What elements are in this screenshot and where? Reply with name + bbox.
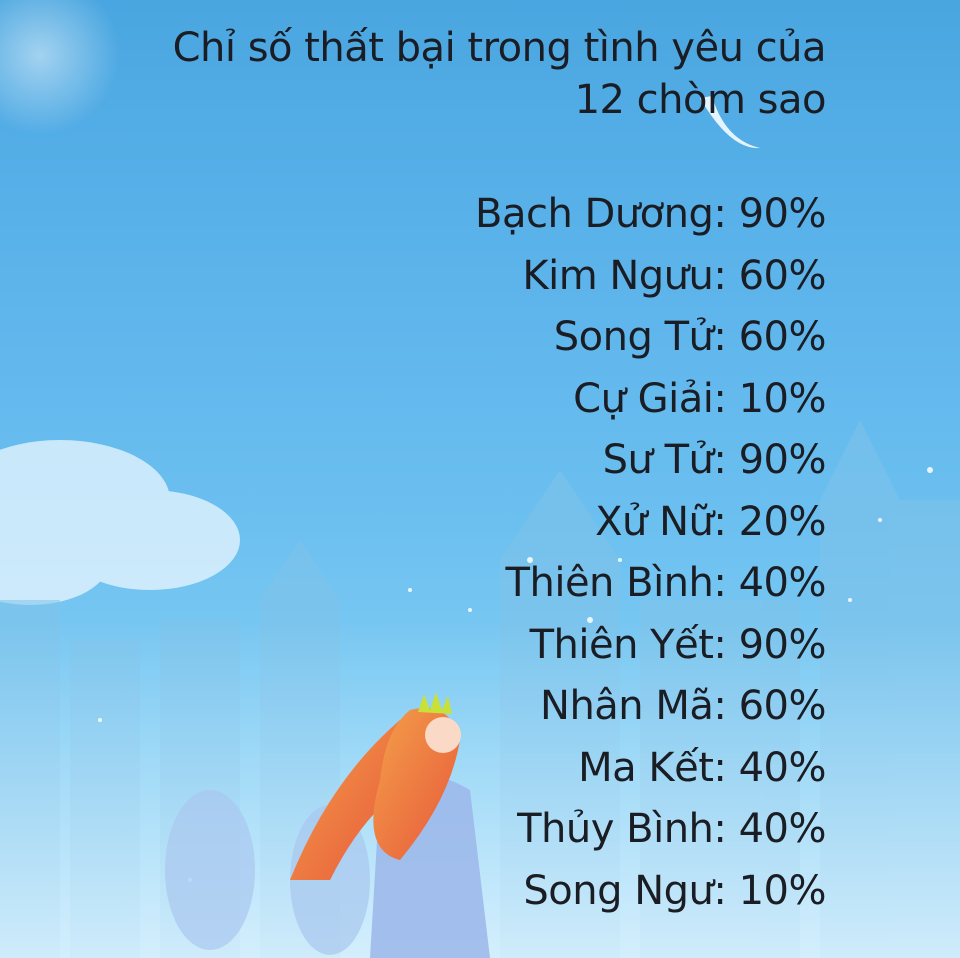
sun-glow bbox=[0, 0, 120, 135]
zodiac-row: Thủy Bình: 40% bbox=[173, 799, 826, 861]
zodiac-row: Ma Kết: 40% bbox=[173, 738, 826, 800]
zodiac-name: Cự Giải bbox=[573, 375, 714, 422]
zodiac-row: Song Tử: 60% bbox=[173, 307, 827, 369]
separator: : bbox=[713, 560, 739, 606]
zodiac-row: Xử Nữ: 20% bbox=[173, 492, 826, 554]
zodiac-row: Nhân Mã: 60% bbox=[173, 676, 826, 738]
zodiac-row: Kim Ngưu: 60% bbox=[173, 246, 826, 308]
zodiac-value: 60% bbox=[738, 252, 827, 299]
zodiac-name: Thiên Yết bbox=[529, 621, 714, 668]
zodiac-value: 60% bbox=[738, 314, 827, 360]
title-line-2: 12 chòm sao bbox=[574, 77, 827, 123]
zodiac-row: Bạch Dương: 90% bbox=[173, 184, 827, 246]
zodiac-name: Ma Kết bbox=[578, 744, 714, 791]
zodiac-name: Song Ngư bbox=[523, 867, 714, 914]
separator: : bbox=[713, 498, 739, 545]
zodiac-name: Kim Ngưu bbox=[522, 252, 714, 299]
separator: : bbox=[713, 744, 739, 791]
zodiac-value: 40% bbox=[738, 560, 827, 606]
separator: : bbox=[713, 252, 739, 299]
zodiac-name: Thiên Bình bbox=[505, 560, 714, 606]
separator: : bbox=[713, 314, 739, 360]
zodiac-row: Sư Tử: 90% bbox=[173, 430, 827, 492]
zodiac-name: Bạch Dương bbox=[475, 191, 714, 237]
separator: : bbox=[713, 806, 739, 852]
zodiac-row: Thiên Yết: 90% bbox=[173, 615, 827, 677]
zodiac-row: Thiên Bình: 40% bbox=[173, 553, 827, 615]
zodiac-value: 40% bbox=[738, 806, 827, 852]
zodiac-name: Song Tử bbox=[553, 314, 714, 360]
zodiac-value: 10% bbox=[738, 375, 827, 422]
separator: : bbox=[713, 621, 739, 668]
zodiac-value: 90% bbox=[738, 621, 827, 668]
zodiac-name: Nhân Mã bbox=[540, 683, 714, 729]
zodiac-list: Bạch Dương: 90% Kim Ngưu: 60% Song Tử: 6… bbox=[173, 184, 827, 923]
separator: : bbox=[713, 437, 739, 483]
zodiac-value: 90% bbox=[738, 191, 827, 237]
text-panel: Chỉ số thất bại trong tình yêu của 12 ch… bbox=[172, 22, 827, 923]
zodiac-name: Thủy Bình bbox=[517, 806, 714, 852]
separator: : bbox=[713, 375, 739, 422]
separator: : bbox=[713, 683, 739, 729]
zodiac-row: Cự Giải: 10% bbox=[173, 369, 826, 431]
zodiac-value: 60% bbox=[738, 683, 827, 729]
zodiac-value: 20% bbox=[738, 498, 827, 545]
zodiac-row: Song Ngư: 10% bbox=[173, 861, 826, 923]
zodiac-value: 10% bbox=[738, 867, 827, 914]
separator: : bbox=[713, 867, 739, 914]
zodiac-value: 40% bbox=[738, 744, 827, 791]
zodiac-name: Sư Tử bbox=[602, 437, 714, 483]
separator: : bbox=[713, 191, 739, 237]
title-line-1: Chỉ số thất bại trong tình yêu của bbox=[172, 25, 827, 71]
zodiac-value: 90% bbox=[738, 437, 827, 483]
zodiac-name: Xử Nữ bbox=[595, 498, 714, 545]
